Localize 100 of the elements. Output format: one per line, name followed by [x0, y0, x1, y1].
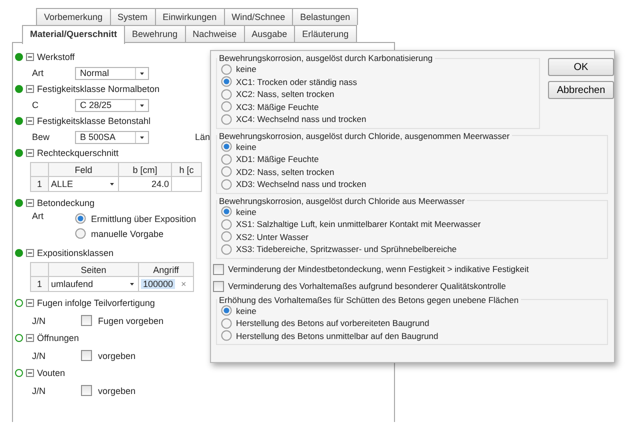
checkbox-label: Verminderung des Vorhaltemaßes aufgrund besonderer Qualitätskontrolle: [228, 281, 506, 291]
group-title: Bewehrungskorrosion, ausgelöst durch Chloride, ausgenommen Meerwasser: [218, 130, 511, 140]
collapse-icon[interactable]: [26, 334, 34, 342]
tab[interactable]: Wind/Schnee: [224, 8, 294, 25]
radio-selected[interactable]: [221, 305, 232, 316]
column-header: h [c: [172, 162, 202, 176]
ok-button[interactable]: OK: [548, 58, 614, 76]
tab[interactable]: Einwirkungen: [154, 8, 225, 25]
tab[interactable]: Nachweise: [184, 25, 245, 42]
row-number: 1: [30, 276, 48, 292]
collapse-icon[interactable]: [26, 117, 34, 125]
section-title: Expositionsklassen: [37, 248, 114, 258]
column-header: Seiten: [48, 262, 138, 276]
checkbox-label: Verminderung der Mindestbetondeckung, wenn Festigkeit > indikative Festigkeit: [228, 264, 529, 274]
radio-label: XS3: Tidebereiche, Spritzwasser- und Sprühnebelbereiche: [236, 244, 457, 254]
checkbox[interactable]: [81, 385, 92, 396]
dropdown[interactable]: Normal: [75, 66, 149, 80]
tab[interactable]: Material/Querschnitt: [22, 25, 126, 44]
radio-label: Herstellung des Betons auf vorbereiteten Baugrund: [236, 318, 430, 328]
collapse-icon[interactable]: [26, 85, 34, 93]
radio-selected[interactable]: [221, 76, 232, 88]
clear-icon[interactable]: ×: [181, 279, 186, 289]
radio-button[interactable]: [221, 64, 232, 75]
radio-button[interactable]: [221, 318, 232, 329]
field-label: Län: [195, 132, 210, 142]
collapse-icon[interactable]: [26, 249, 34, 257]
collapse-icon[interactable]: [26, 149, 34, 157]
dropdown-cell[interactable]: umlaufend: [48, 276, 138, 292]
section-title: Öffnungen: [37, 333, 79, 343]
dropdown[interactable]: B 500SA: [75, 130, 149, 144]
tab[interactable]: System: [110, 8, 156, 25]
radio-label: keine: [236, 142, 256, 152]
radio-label: XC4: Wechselnd nass und trocken: [236, 114, 366, 124]
cancel-button[interactable]: Abbrechen: [548, 81, 614, 99]
radio-label: keine: [236, 206, 256, 217]
collapse-icon[interactable]: [26, 53, 34, 61]
radio-label: XS1: Salzhaltige Luft, kein unmittelbarer Kontakt mit Meerwasser: [236, 219, 481, 230]
radio-selected[interactable]: [75, 213, 86, 224]
tab[interactable]: Ausgabe: [244, 25, 296, 42]
checkbox[interactable]: [81, 350, 92, 361]
radio-button[interactable]: [221, 330, 232, 342]
radio-button[interactable]: [221, 88, 232, 100]
radio-selected[interactable]: [221, 141, 232, 152]
group-title: Erhöhung des Vorhaltemaßes für Schütten des Betons gegen unebene Flächen: [218, 294, 520, 304]
tab[interactable]: Belastungen: [292, 8, 358, 25]
section-title: Festigkeitsklasse Betonstahl: [37, 116, 151, 126]
radio-button[interactable]: [221, 244, 232, 255]
section-title: Fugen infolge Teilvorfertigung: [37, 298, 155, 308]
radio-button[interactable]: [221, 218, 232, 230]
caret-icon[interactable]: [128, 280, 136, 288]
radio-label: manuelle Vorgabe: [91, 228, 164, 238]
radio-selected[interactable]: [221, 206, 232, 218]
checkbox[interactable]: [213, 264, 224, 274]
radio-button[interactable]: [221, 231, 232, 242]
collapse-icon[interactable]: [26, 369, 34, 377]
column-header: Feld: [48, 162, 118, 176]
radio-label: keine: [236, 64, 256, 74]
checkbox-label: Fugen vorgeben: [98, 316, 164, 326]
tab[interactable]: Bewehrung: [124, 25, 186, 42]
dropdown-cell[interactable]: ALLE: [48, 176, 118, 192]
radio-label: Ermittlung über Exposition: [91, 214, 196, 224]
table-cell: 24.0: [118, 176, 172, 192]
radio-button[interactable]: [221, 166, 232, 178]
field-label: J/N: [32, 316, 46, 326]
radio-label: XC3: Mäßige Feuchte: [236, 102, 319, 112]
radio-label: XD2: Nass, selten trocken: [236, 166, 334, 177]
checkbox-label: vorgeben: [98, 386, 136, 396]
radio-button[interactable]: [75, 228, 86, 239]
field-label: J/N: [32, 350, 46, 360]
radio-label: XC1: Trocken oder ständig nass: [236, 76, 357, 87]
collapse-icon[interactable]: [26, 299, 34, 307]
field-label: Art: [32, 211, 45, 221]
radio-button[interactable]: [221, 154, 232, 165]
radio-label: Herstellung des Betons unmittelbar auf den Baugrund: [236, 330, 438, 341]
radio-label: XD3: Wechselnd nass und trocken: [236, 179, 366, 190]
field-label: Art: [32, 68, 45, 78]
tab[interactable]: Vorbemerkung: [36, 8, 111, 25]
collapse-icon[interactable]: [26, 199, 34, 207]
section-title: Vouten: [37, 368, 66, 378]
section-title: Rechteckquerschnitt: [37, 148, 119, 158]
tab[interactable]: Erläuterung: [294, 25, 357, 42]
radio-label: XC2: Nass, selten trocken: [236, 89, 334, 100]
checkbox-label: vorgeben: [98, 350, 136, 360]
caret-icon[interactable]: [108, 180, 116, 188]
radio-label: XS2: Unter Wasser: [236, 232, 308, 242]
input-field[interactable]: 100000: [141, 279, 176, 289]
group-title: Bewehrungskorrosion, ausgelöst durch Karbonatisierung: [218, 53, 434, 63]
radio-label: keine: [236, 306, 256, 316]
row-number: 1: [30, 176, 48, 192]
field-label: C: [32, 100, 40, 110]
dropdown[interactable]: C 28/25: [75, 98, 149, 112]
column-header: b [cm]: [118, 162, 172, 176]
radio-button[interactable]: [221, 178, 232, 190]
radio-label: XD1: Mäßige Feuchte: [236, 154, 319, 164]
column-header: Angriff: [138, 262, 194, 276]
section-title: Werkstoff: [37, 52, 75, 62]
checkbox[interactable]: [81, 315, 92, 326]
radio-button[interactable]: [221, 101, 232, 112]
checkbox[interactable]: [213, 280, 224, 292]
radio-button[interactable]: [221, 114, 232, 125]
